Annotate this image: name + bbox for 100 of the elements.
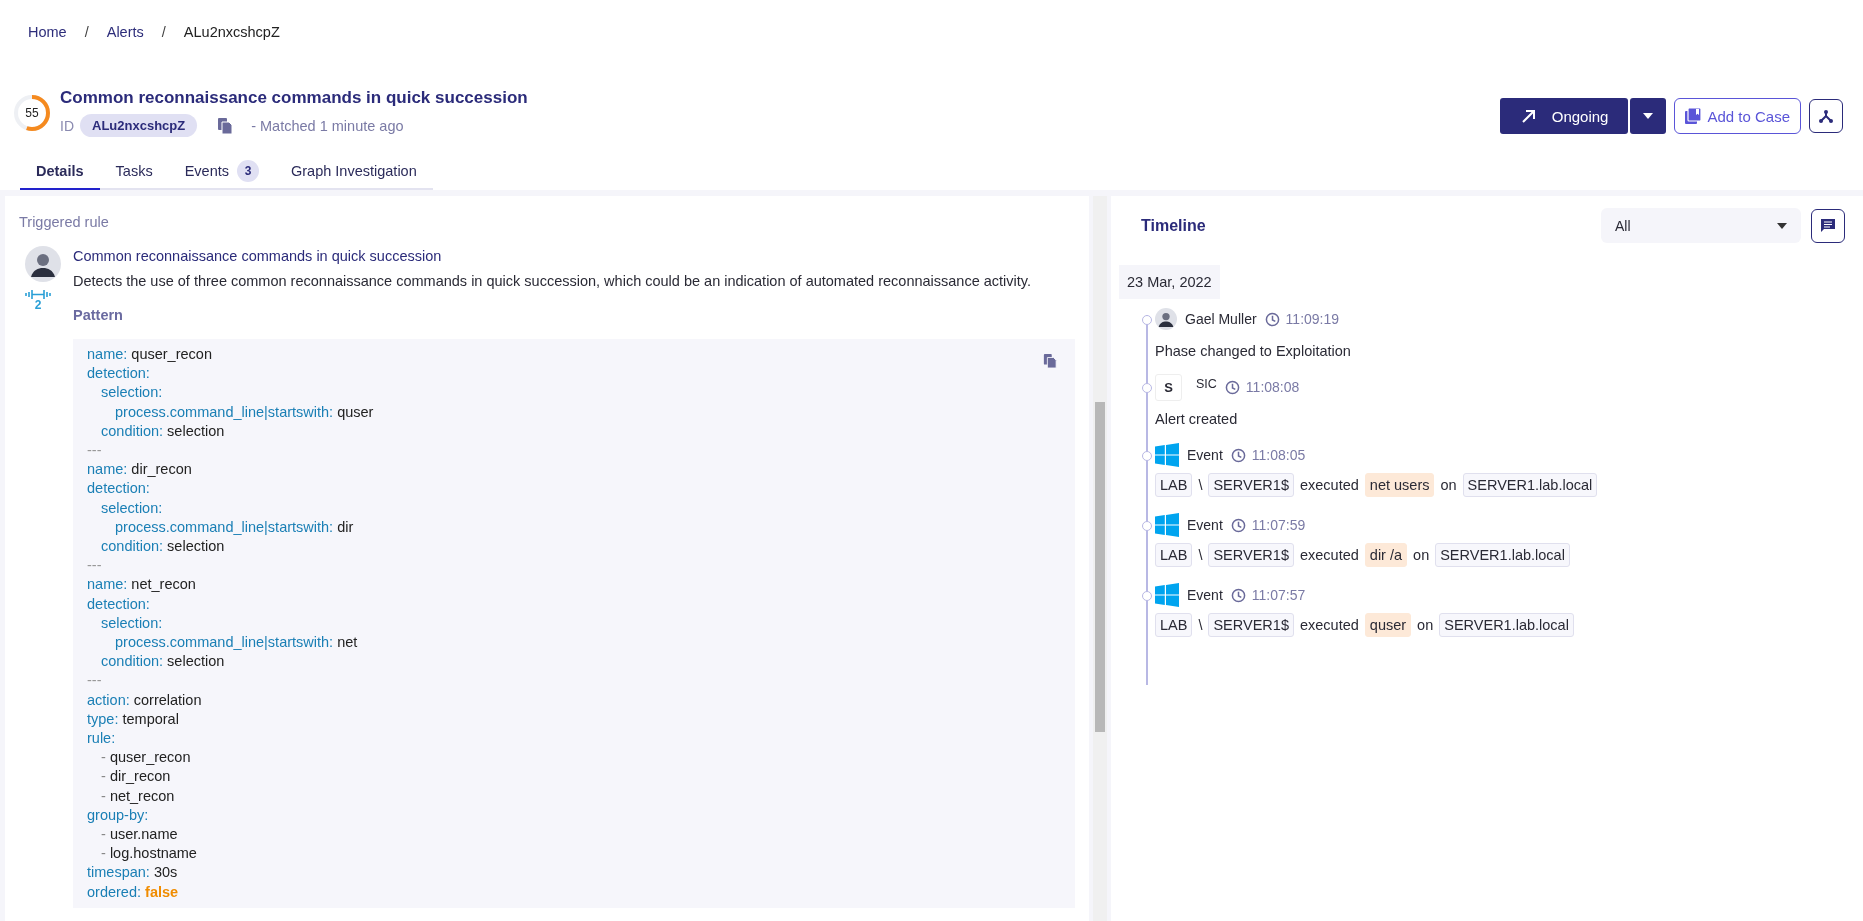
breadcrumb-link[interactable]: Home: [28, 24, 67, 40]
rule-title-link[interactable]: Common reconnaissance commands in quick succession: [73, 248, 442, 264]
entry-author: Event: [1187, 517, 1223, 533]
command-tag: quser: [1364, 613, 1412, 637]
event-text: executed: [1298, 477, 1360, 493]
event-text: \: [1197, 547, 1204, 563]
avatar-icon: [1155, 308, 1177, 330]
code-line: ordered: false: [87, 882, 179, 902]
breadcrumb-link[interactable]: ALu2nxcshcpZ: [183, 24, 280, 40]
comment-button[interactable]: [1811, 208, 1845, 243]
copy-icon[interactable]: [217, 116, 234, 135]
entity-tag: SERVER1.lab.local: [1439, 613, 1574, 637]
tab[interactable]: Tasks: [99, 154, 169, 190]
timeline-title: Timeline: [1141, 216, 1206, 235]
event-text: on: [1416, 617, 1435, 633]
code-line: selection:: [100, 498, 163, 518]
pattern-label: Pattern: [73, 307, 124, 323]
score-value: 55: [25, 107, 39, 119]
section-title: Triggered rule: [19, 214, 110, 230]
breadcrumb-separator: /: [84, 24, 89, 40]
windows-icon: [1155, 513, 1179, 537]
entry-author: Event: [1187, 587, 1223, 603]
avatar-icon: [25, 246, 61, 282]
code-line: action: correlation: [87, 690, 202, 710]
clock-icon: [1230, 587, 1246, 603]
code-line: process.command_line|startswith: quser: [114, 402, 374, 422]
entity-tag: SERVER1$: [1208, 543, 1294, 567]
entry-time: 11:08:08: [1245, 379, 1300, 395]
entry-message: Phase changed to Exploitation: [1155, 343, 1352, 359]
date-label: 23 Mar, 2022: [1119, 265, 1220, 299]
code-line: name: net_recon: [87, 575, 196, 595]
code-line: type: temporal: [87, 709, 179, 729]
id-label: ID: [60, 117, 74, 134]
rule-level: 2: [34, 299, 42, 311]
filter-dropdown[interactable]: All: [1601, 208, 1801, 243]
code-line: condition: selection: [100, 421, 225, 441]
code-line: - net_recon: [100, 786, 175, 806]
command-tag: dir /a: [1364, 543, 1408, 567]
code-line: - user.name: [100, 825, 178, 845]
code-line: ---: [87, 556, 102, 576]
entity-tag: LAB: [1155, 543, 1193, 567]
waveform-icon: [25, 290, 51, 299]
event-text: on: [1439, 477, 1458, 493]
entry-time: 11:08:05: [1251, 447, 1306, 463]
alert-id-chip: ALu2nxcshcpZ: [80, 114, 198, 137]
status-dropdown-button[interactable]: [1630, 98, 1667, 134]
event-text: executed: [1298, 547, 1360, 563]
caret-icon: [1642, 112, 1655, 120]
source-badge: S: [1155, 373, 1182, 401]
command-tag: net users: [1364, 473, 1435, 497]
event-text: executed: [1298, 617, 1360, 633]
windows-icon: [1155, 443, 1179, 467]
entry-author: Gael Muller: [1185, 311, 1257, 327]
entity-tag: LAB: [1155, 473, 1193, 497]
caret-icon: [1777, 222, 1787, 229]
code-line: - dir_recon: [100, 767, 171, 787]
score-ring: [12, 93, 52, 133]
clock-icon: [1224, 379, 1240, 395]
code-line: ---: [87, 441, 102, 460]
tab[interactable]: Events 3: [168, 154, 275, 190]
count-badge: 3: [237, 160, 259, 182]
code-line: timespan: 30s: [87, 863, 178, 883]
breadcrumb-separator: /: [161, 24, 166, 40]
graph-button[interactable]: [1809, 99, 1843, 133]
tab[interactable]: Graph Investigation: [275, 154, 433, 190]
entry-message: Alert created: [1155, 411, 1239, 427]
code-line: rule:: [87, 729, 116, 749]
clock-icon: [1230, 447, 1246, 463]
entity-tag: LAB: [1155, 613, 1193, 637]
code-line: process.command_line|startswith: dir: [114, 517, 354, 537]
copy-icon[interactable]: [1043, 353, 1057, 369]
code-line: selection:: [100, 383, 163, 403]
clock-icon: [1230, 517, 1246, 533]
code-line: detection:: [87, 479, 150, 499]
entry-author: SIC: [1196, 377, 1217, 391]
event-text: on: [1412, 547, 1431, 563]
code-line: selection:: [100, 613, 163, 633]
entry-time: 11:07:57: [1251, 587, 1306, 603]
scrollbar[interactable]: [1093, 196, 1107, 921]
rule-description: Detects the use of three common reconnaissance commands in quick succession, which could be an indication of automated reconnaissance activity.: [73, 273, 1033, 289]
add-to-case-button[interactable]: Add to Case: [1674, 98, 1801, 134]
entry-time: 11:07:59: [1251, 517, 1306, 533]
folders-icon: [1685, 108, 1702, 124]
entity-tag: SERVER1.lab.local: [1435, 543, 1570, 567]
comment-icon: [1820, 217, 1836, 234]
matched-time: - Matched 1 minute ago: [251, 117, 404, 134]
code-line: name: dir_recon: [87, 460, 192, 480]
status-button[interactable]: Ongoing: [1499, 98, 1629, 134]
breadcrumb-link[interactable]: Alerts: [106, 24, 144, 40]
entry-time: 11:09:19: [1285, 311, 1340, 327]
entity-tag: SERVER1.lab.local: [1462, 473, 1598, 497]
code-line: condition: selection: [100, 537, 225, 557]
entry-author: Event: [1187, 447, 1223, 463]
event-text: \: [1197, 617, 1204, 633]
code-line: group-by:: [87, 805, 149, 825]
code-line: detection:: [87, 364, 150, 384]
entity-tag: SERVER1$: [1208, 473, 1294, 497]
entity-tag: SERVER1$: [1208, 613, 1294, 637]
code-line: ---: [87, 671, 102, 691]
event-text: \: [1197, 477, 1204, 493]
